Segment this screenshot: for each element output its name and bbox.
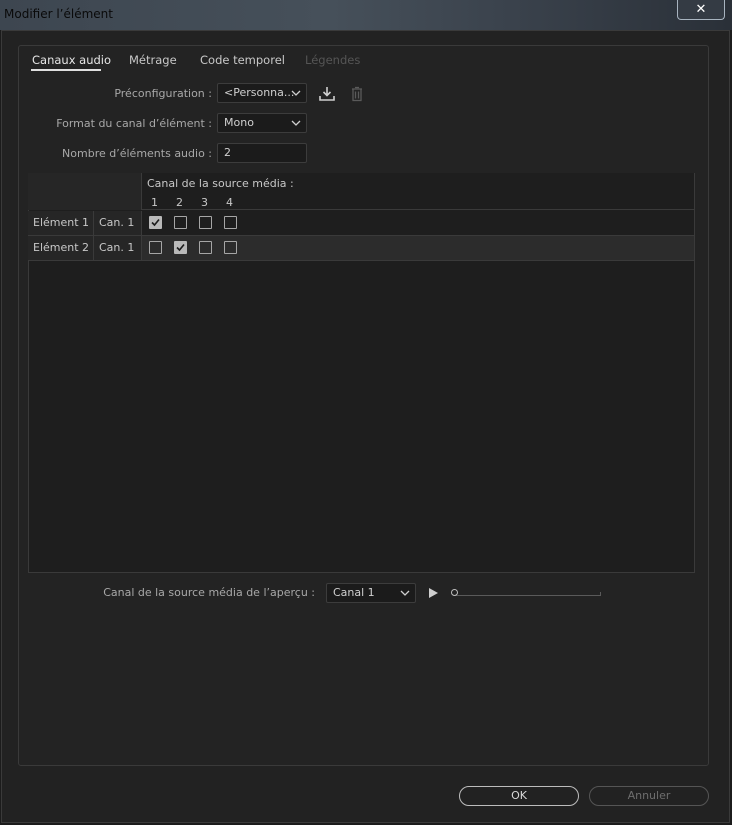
title-bar: Modifier l’élément <box>0 0 732 30</box>
element-channel: Can. 1 <box>94 211 142 235</box>
play-icon[interactable] <box>427 587 439 599</box>
download-icon[interactable] <box>318 85 336 103</box>
checkbox[interactable] <box>174 241 187 254</box>
chevron-down-icon <box>291 120 301 126</box>
channel-format-label: Format du canal d’élément : <box>56 117 212 130</box>
checkbox[interactable] <box>224 241 237 254</box>
cancel-button[interactable]: Annuler <box>589 786 709 806</box>
chevron-down-icon <box>400 590 410 596</box>
audio-count-value: 2 <box>224 146 231 159</box>
close-icon: ✕ <box>695 2 707 17</box>
channel-number: 4 <box>226 196 233 209</box>
tab-footage[interactable]: Métrage <box>129 53 177 67</box>
checkbox[interactable] <box>199 241 212 254</box>
ok-button[interactable]: OK <box>459 786 579 806</box>
tab-captions: Légendes <box>305 53 361 67</box>
preview-channel-value: Canal 1 <box>333 586 375 599</box>
channel-number: 3 <box>201 196 208 209</box>
channel-format-select[interactable]: Mono <box>217 113 307 133</box>
checkbox[interactable] <box>149 216 162 229</box>
scrubber-handle[interactable] <box>451 589 458 596</box>
channel-number: 1 <box>151 196 158 209</box>
element-name: Elément 2 <box>28 236 94 260</box>
audio-count-label: Nombre d’éléments audio : <box>62 147 212 160</box>
element-channel: Can. 1 <box>94 236 142 260</box>
checkbox[interactable] <box>174 216 187 229</box>
source-channel-header: Canal de la source média : <box>147 177 294 190</box>
window-title: Modifier l’élément <box>4 7 113 21</box>
checkbox[interactable] <box>199 216 212 229</box>
active-tab-indicator <box>31 69 101 71</box>
close-button[interactable]: ✕ <box>677 0 725 20</box>
check-icon <box>151 218 160 227</box>
checkbox[interactable] <box>149 241 162 254</box>
chevron-down-icon <box>291 90 301 96</box>
channel-format-value: Mono <box>224 116 254 129</box>
preview-channel-select[interactable]: Canal 1 <box>326 583 416 603</box>
tab-audio-channels[interactable]: Canaux audio <box>32 53 111 67</box>
checkbox[interactable] <box>224 216 237 229</box>
tab-timecode[interactable]: Code temporel <box>200 53 285 67</box>
preview-channel-label: Canal de la source média de l’aperçu : <box>103 586 315 599</box>
table-row[interactable]: Elément 2 Can. 1 <box>28 236 694 261</box>
check-icon <box>176 243 185 252</box>
audio-count-input[interactable]: 2 <box>217 143 307 163</box>
table-row[interactable]: Elément 1 Can. 1 <box>28 211 694 236</box>
grid-header-left <box>28 173 142 210</box>
preset-value: <Personna... <box>224 86 295 99</box>
preview-scrubber[interactable] <box>455 592 601 596</box>
element-name: Elément 1 <box>28 211 94 235</box>
trash-icon <box>352 86 362 102</box>
preset-label: Préconfiguration : <box>114 87 212 100</box>
preset-select[interactable]: <Personna... <box>217 83 307 103</box>
channel-number: 2 <box>176 196 183 209</box>
